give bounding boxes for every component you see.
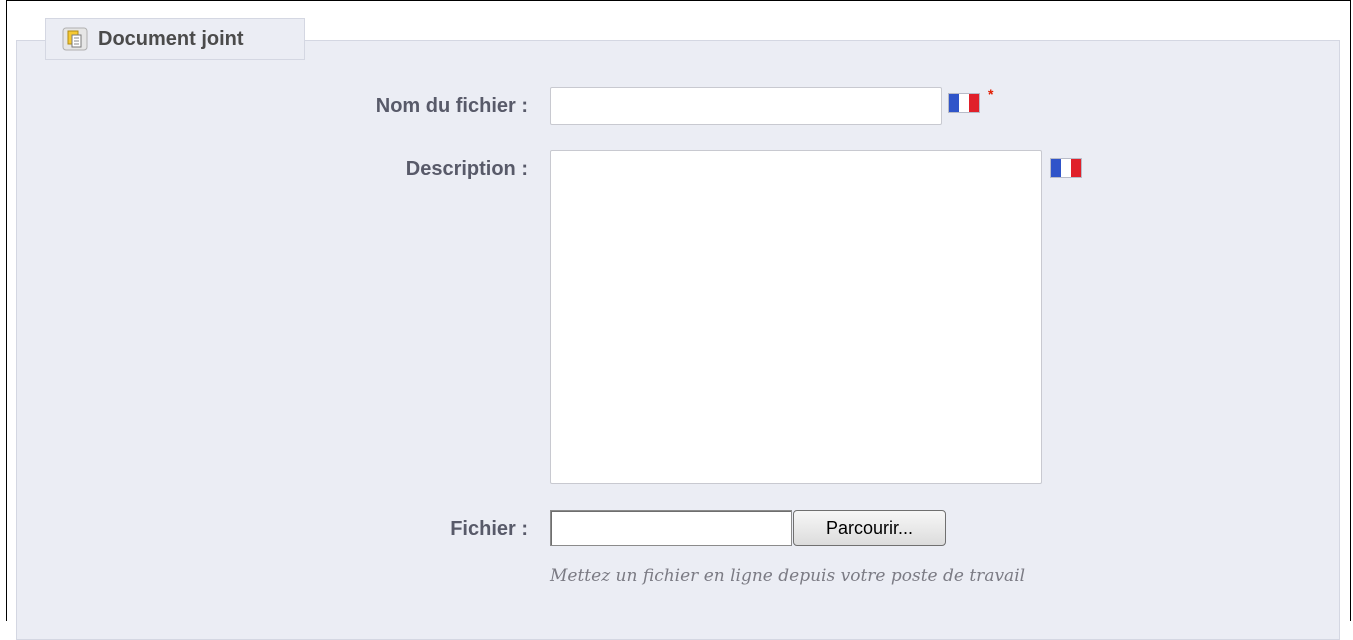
file-label: Fichier : [450, 518, 528, 540]
description-textarea[interactable] [550, 150, 1042, 484]
file-path-input[interactable] [550, 510, 792, 546]
file-hint: Mettez un fichier en ligne depuis votre … [550, 566, 1026, 586]
fr-flag-icon[interactable] [1050, 158, 1082, 178]
filename-label: Nom du fichier : [375, 95, 528, 117]
document-icon [62, 27, 88, 51]
description-label: Description : [405, 158, 528, 180]
filename-input[interactable] [550, 87, 942, 125]
fieldset-legend: Document joint [45, 18, 305, 60]
required-star: * [988, 86, 994, 102]
fr-flag-icon[interactable] [948, 93, 980, 113]
fieldset-title: Document joint [98, 27, 244, 50]
browse-button[interactable]: Parcourir... [793, 510, 946, 546]
